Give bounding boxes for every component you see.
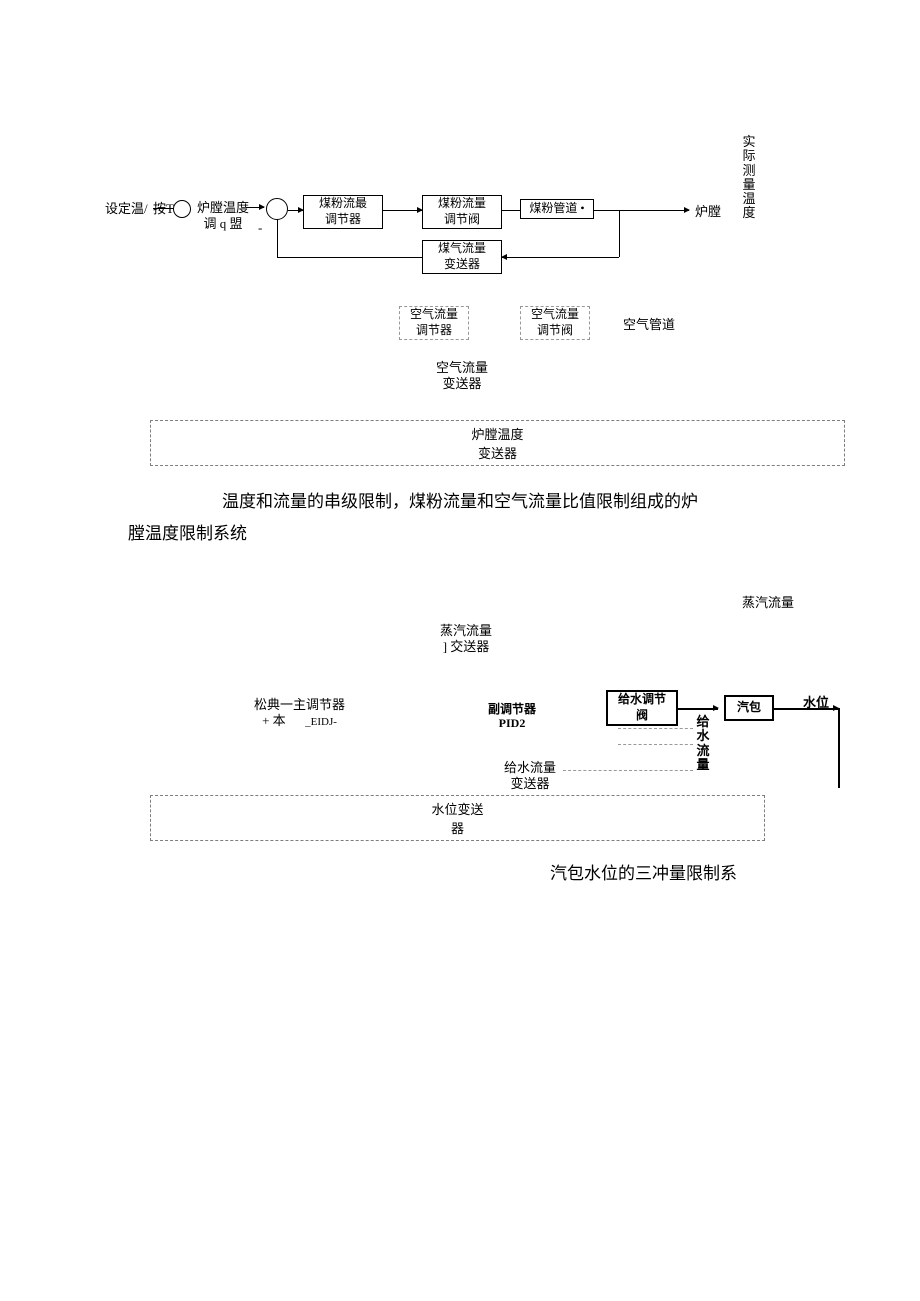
air-flow-controller-box: 空气流量 调节器 (399, 306, 469, 340)
arrow-icon (288, 210, 303, 211)
text: 调节阀 (537, 323, 573, 339)
water-level-transmitter-box: 水位变送 器 (150, 795, 765, 841)
text: 温度和流量的串级限制，煤粉流量和空气流量比值限制组成的炉 (222, 492, 698, 511)
text: _EIDJ- (305, 716, 337, 728)
text: 变送器 (444, 257, 480, 273)
line (838, 708, 840, 788)
text: + 本 (262, 713, 286, 728)
arrow-icon (502, 257, 619, 258)
arrow-icon (594, 210, 689, 211)
line (502, 210, 520, 211)
coal-flow-valve-box: 煤粉流量 调节阀 (422, 195, 502, 229)
text: 水位变送 (431, 802, 483, 817)
actual-measured-temp-label: 实际测量温度 (742, 135, 756, 221)
water-flow-transmitter-label: 给水流量 变送器 (504, 760, 556, 791)
text: 空气流量 (531, 307, 579, 323)
text: 煤粉管道 • (529, 201, 584, 217)
air-flow-valve-box: 空气流量 调节阀 (520, 306, 590, 340)
text: 煤气流量 (438, 241, 486, 257)
text: 副调节器 (488, 702, 536, 716)
air-flow-transmitter-label: 空气流量 变送器 (436, 360, 488, 391)
text: ] 交送器 (443, 639, 490, 654)
water-valve-box: 给水调节 阀 (606, 690, 678, 726)
set-temp-label: 设定温/ (105, 201, 148, 217)
air-pipe-label: 空气管道 (623, 317, 675, 333)
diagram-1-caption-cont: 膛温度限制系统 (128, 517, 247, 551)
steam-flow-transmitter-label: 蒸汽流量 ] 交送器 (440, 623, 492, 654)
minus-label: - (258, 220, 262, 236)
text: 变送器 (443, 376, 482, 391)
text: 松典一主调节器 (254, 697, 345, 712)
furnace-temp-ctrl-label: 炉膛温度 调 q 盟 (197, 200, 249, 231)
text: 变送器 (478, 446, 517, 461)
arrow-icon (383, 210, 422, 211)
set-temp-strike: 按T (153, 201, 174, 217)
text: 给水流量 (504, 760, 556, 775)
diagram-2-caption: 汽包水位的三冲量限制系 (550, 857, 737, 891)
sub-controller-label: 副调节器 PID2 (488, 702, 536, 731)
text: 空气流量 (436, 360, 488, 375)
line (277, 257, 422, 258)
arrow-icon (774, 708, 838, 710)
text: 变送器 (511, 776, 550, 791)
text: 空气流量 (410, 307, 458, 323)
dashed-line (618, 728, 693, 729)
text: 炉膛温度 (471, 427, 523, 442)
text: 炉膛温度 (197, 200, 249, 215)
arrow-icon (678, 708, 718, 710)
steam-flow-label: 蒸汽流量 (742, 595, 794, 611)
main-controller-label: 松典一主调节器 + 本 _EIDJ- (254, 697, 345, 729)
line (619, 210, 620, 257)
text: 汽包 (737, 700, 761, 716)
text: PID2 (499, 716, 526, 730)
text: 调节阀 (444, 212, 480, 228)
text: 调节器 (325, 212, 361, 228)
text: 调节器 (416, 323, 452, 339)
text: 煤粉流最 (319, 196, 367, 212)
text: 给水调节 (618, 692, 666, 708)
line (277, 219, 278, 257)
dashed-line (618, 744, 693, 745)
text: 阀 (636, 708, 648, 724)
coal-pipe-box: 煤粉管道 • (520, 199, 594, 219)
sum-node-1 (173, 200, 191, 218)
furnace-temp-transmitter-box: 炉膛温度 变送器 (150, 420, 845, 466)
text: 煤粉流量 (438, 196, 486, 212)
dashed-line (563, 770, 693, 771)
diagram-1-caption: 温度和流量的串级限制，煤粉流量和空气流量比值限制组成的炉 (222, 485, 825, 519)
arrow-icon (246, 207, 264, 208)
text: 器 (451, 821, 464, 836)
furnace-label: 炉膛 (695, 204, 721, 220)
sum-node-2 (266, 198, 288, 220)
gas-flow-transmitter-box: 煤气流量 变送器 (422, 240, 502, 274)
text: 调 q 盟 (204, 216, 243, 231)
drum-box: 汽包 (724, 695, 774, 721)
coal-flow-controller-box: 煤粉流最 调节器 (303, 195, 383, 229)
text: 蒸汽流量 (440, 623, 492, 638)
feed-water-flow-vert-label: 给水流量 (696, 715, 710, 772)
